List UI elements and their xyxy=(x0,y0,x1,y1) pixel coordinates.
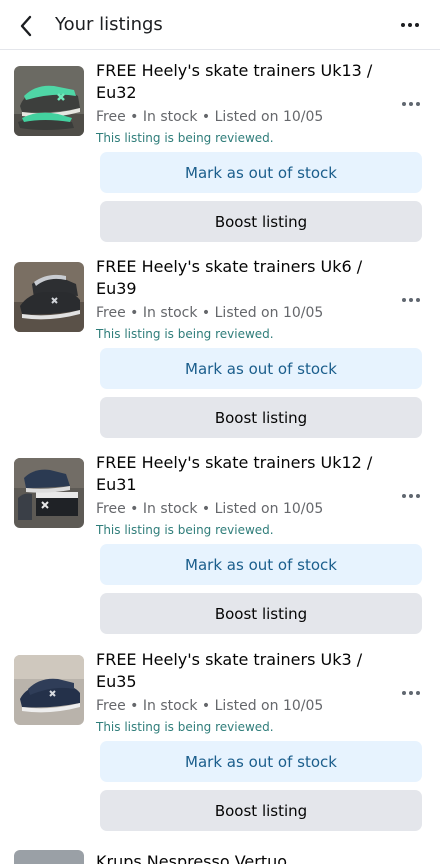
listing-review-status: This listing is being reviewed. xyxy=(96,523,274,537)
chevron-left-icon xyxy=(20,15,32,37)
listing-title[interactable]: Krups Nespresso Vertuo xyxy=(96,852,287,864)
boost-listing-button[interactable]: Boost listing xyxy=(100,790,422,831)
listing-title[interactable]: FREE Heely's skate trainers Uk12 / Eu31 xyxy=(96,452,386,496)
listing-thumbnail[interactable] xyxy=(14,262,84,332)
listing-more-button[interactable] xyxy=(398,94,424,114)
listing-item: FREE Heely's skate trainers Uk6 / Eu39 F… xyxy=(0,257,440,458)
listing-more-button[interactable] xyxy=(398,683,424,703)
listing-meta: Free • In stock • Listed on 10/05 xyxy=(96,698,324,714)
mark-out-of-stock-button[interactable]: Mark as out of stock xyxy=(100,152,422,193)
listing-title[interactable]: FREE Heely's skate trainers Uk13 / Eu32 xyxy=(96,60,386,104)
mark-out-of-stock-button[interactable]: Mark as out of stock xyxy=(100,544,422,585)
listing-review-status: This listing is being reviewed. xyxy=(96,720,274,734)
more-horizontal-icon xyxy=(402,494,420,498)
listing-title[interactable]: FREE Heely's skate trainers Uk3 / Eu35 xyxy=(96,649,386,693)
more-horizontal-icon xyxy=(401,23,419,27)
shoe-photo xyxy=(14,655,84,725)
listing-item: FREE Heely's skate trainers Uk12 / Eu31 … xyxy=(0,453,440,654)
listing-thumbnail[interactable] xyxy=(14,850,84,864)
listing-thumbnail[interactable] xyxy=(14,66,84,136)
more-horizontal-icon xyxy=(402,102,420,106)
listing-more-button[interactable] xyxy=(398,486,424,506)
top-bar: Your listings xyxy=(0,0,440,50)
listing-thumbnail[interactable] xyxy=(14,458,84,528)
listing-item: FREE Heely's skate trainers Uk3 / Eu35 F… xyxy=(0,650,440,851)
listing-title[interactable]: FREE Heely's skate trainers Uk6 / Eu39 xyxy=(96,256,386,300)
mark-out-of-stock-button[interactable]: Mark as out of stock xyxy=(100,741,422,782)
listing-review-status: This listing is being reviewed. xyxy=(96,327,274,341)
listing-meta: Free • In stock • Listed on 10/05 xyxy=(96,305,324,321)
listing-item: FREE Heely's skate trainers Uk13 / Eu32 … xyxy=(0,61,440,262)
more-horizontal-icon xyxy=(402,691,420,695)
shoe-photo xyxy=(14,66,84,136)
header-more-button[interactable] xyxy=(396,14,424,36)
page-title: Your listings xyxy=(55,14,163,35)
mark-out-of-stock-button[interactable]: Mark as out of stock xyxy=(100,348,422,389)
shoe-photo xyxy=(14,458,84,528)
boost-listing-button[interactable]: Boost listing xyxy=(100,397,422,438)
listing-review-status: This listing is being reviewed. xyxy=(96,131,274,145)
back-button[interactable] xyxy=(10,10,42,42)
listing-item-partial: Krups Nespresso Vertuo xyxy=(0,848,440,864)
boost-listing-button[interactable]: Boost listing xyxy=(100,593,422,634)
listing-meta: Free • In stock • Listed on 10/05 xyxy=(96,501,324,517)
boost-listing-button[interactable]: Boost listing xyxy=(100,201,422,242)
listing-more-button[interactable] xyxy=(398,290,424,310)
shoe-photo xyxy=(14,262,84,332)
more-horizontal-icon xyxy=(402,298,420,302)
listing-meta: Free • In stock • Listed on 10/05 xyxy=(96,109,324,125)
listing-thumbnail[interactable] xyxy=(14,655,84,725)
